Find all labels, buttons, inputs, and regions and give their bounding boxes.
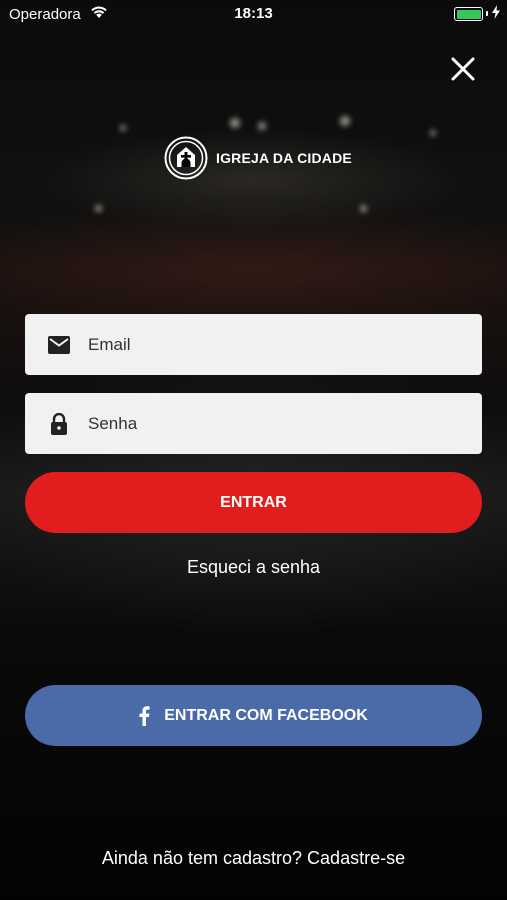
battery-icon <box>454 7 483 21</box>
bolt-icon <box>492 5 500 19</box>
brand-logo: IGREJA DA CIDADE <box>164 136 352 180</box>
login-button[interactable]: ENTRAR <box>25 472 482 533</box>
status-time: 18:13 <box>234 5 273 22</box>
brand-name: IGREJA DA CIDADE <box>216 150 352 166</box>
facebook-login-button[interactable]: ENTRAR COM FACEBOOK <box>25 685 482 746</box>
signup-question: Ainda não tem cadastro? <box>101 848 303 868</box>
status-bar: Operadora 18:13 <box>0 0 507 28</box>
stage-light <box>120 125 126 131</box>
mail-icon <box>48 334 70 356</box>
email-field[interactable] <box>25 314 482 375</box>
lock-icon <box>48 412 70 435</box>
stage-light <box>230 118 240 128</box>
email-input[interactable] <box>86 333 450 356</box>
login-button-label: ENTRAR <box>220 493 287 511</box>
password-field[interactable] <box>25 393 482 454</box>
stage-light <box>360 205 367 212</box>
stage-light <box>430 130 436 136</box>
password-input[interactable] <box>86 412 450 435</box>
stage-light <box>95 205 102 212</box>
battery-tip <box>486 11 488 16</box>
close-icon[interactable] <box>449 55 477 83</box>
stage-light <box>258 122 266 130</box>
logo-icon <box>164 136 208 180</box>
forgot-password-link[interactable]: Esqueci a senha <box>0 557 507 578</box>
signup-prompt: Ainda não tem cadastro? Cadastre-se <box>0 848 507 869</box>
signup-link[interactable]: Cadastre-se <box>307 848 405 868</box>
facebook-button-label: ENTRAR COM FACEBOOK <box>164 706 368 724</box>
facebook-icon <box>139 705 150 726</box>
stage-light <box>340 116 350 126</box>
